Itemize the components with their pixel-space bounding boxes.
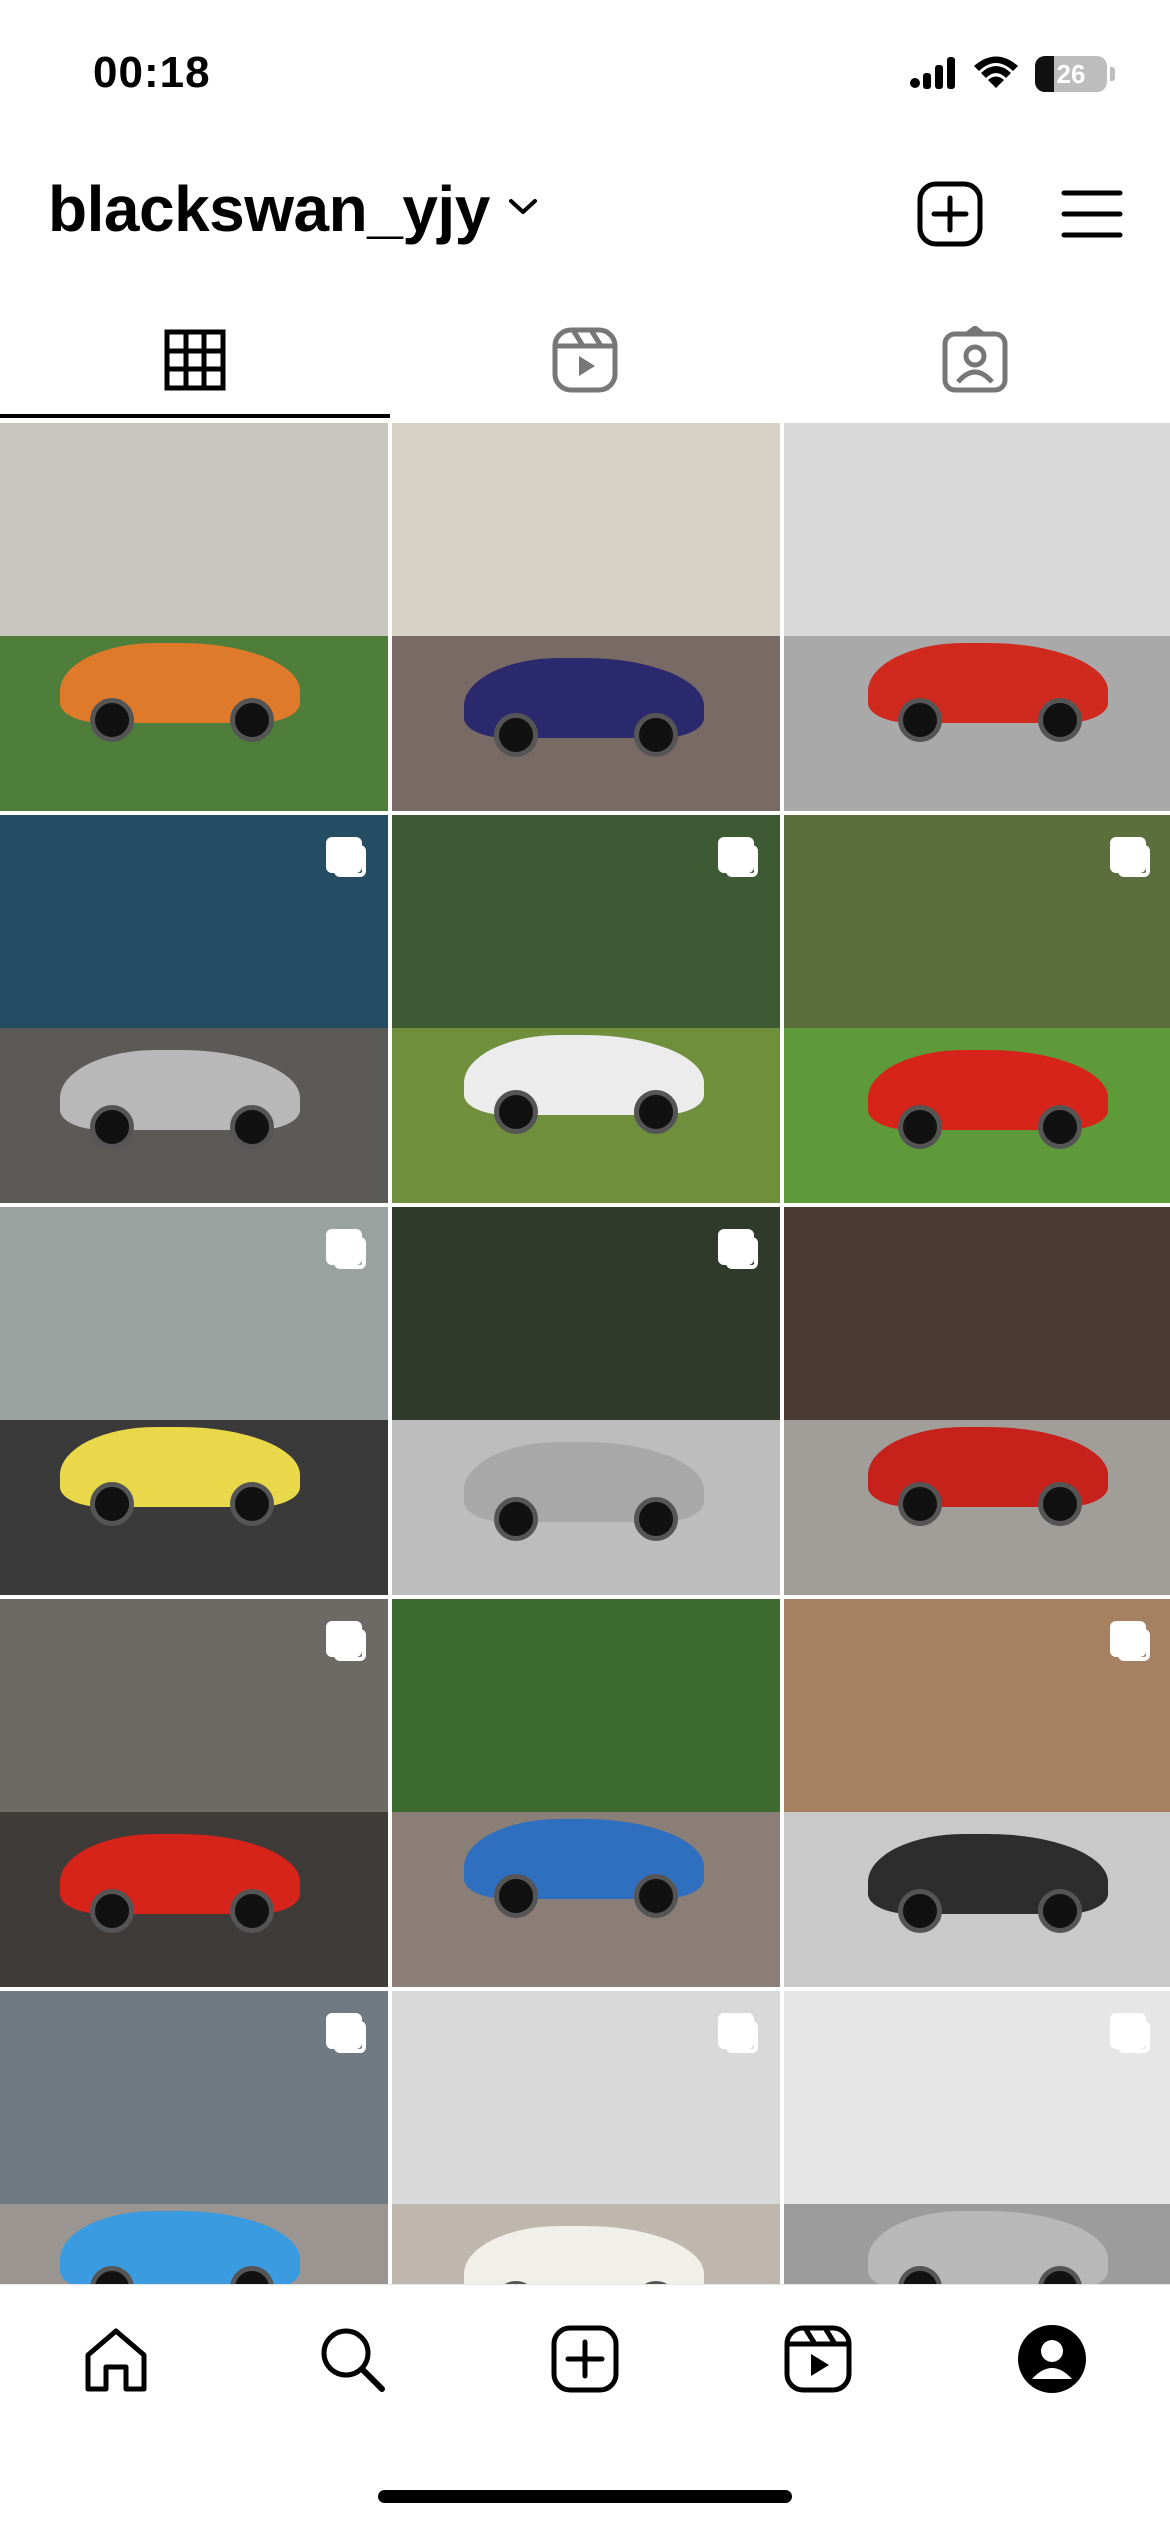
- new-post-button[interactable]: [914, 180, 986, 252]
- profile-icon: [1016, 2323, 1088, 2400]
- car-wheel: [898, 1889, 942, 1933]
- car-wheel: [634, 1090, 678, 1134]
- car-wheel: [230, 1482, 274, 1526]
- nav-profile[interactable]: [1012, 2321, 1092, 2401]
- grid-post-tile[interactable]: [0, 423, 388, 811]
- car-wheel: [90, 1105, 134, 1149]
- search-icon: [316, 2323, 388, 2400]
- car-wheel: [90, 1482, 134, 1526]
- post-photo-background: [392, 1599, 780, 1813]
- active-tab-indicator: [0, 414, 390, 418]
- tab-tagged[interactable]: [935, 322, 1015, 402]
- reels-icon: [783, 2324, 853, 2399]
- grid-post-tile[interactable]: [0, 1599, 388, 1987]
- nav-create[interactable]: [545, 2321, 625, 2401]
- nav-search[interactable]: [312, 2321, 392, 2401]
- menu-button[interactable]: [1056, 180, 1128, 252]
- grid-post-tile[interactable]: [784, 423, 1170, 811]
- tab-reels[interactable]: [545, 322, 625, 402]
- grid-icon: [164, 329, 226, 396]
- grid-post-tile[interactable]: [784, 1207, 1170, 1595]
- chevron-down-icon: [506, 195, 540, 224]
- carousel-icon: [326, 837, 366, 877]
- carousel-icon: [1110, 1621, 1150, 1661]
- grid-post-tile[interactable]: [392, 815, 780, 1203]
- grid-post-tile[interactable]: [0, 1207, 388, 1595]
- profile-header: blackswan_yjy: [0, 160, 1170, 275]
- grid-post-tile[interactable]: [392, 1207, 780, 1595]
- car-wheel: [90, 1889, 134, 1933]
- grid-post-tile[interactable]: [784, 1599, 1170, 1987]
- cellular-signal-icon: [909, 55, 957, 94]
- carousel-icon: [718, 837, 758, 877]
- car-wheel: [494, 713, 538, 757]
- menu-icon: [1060, 187, 1124, 246]
- create-icon: [550, 2324, 620, 2399]
- car-wheel: [230, 698, 274, 742]
- car-wheel: [230, 1889, 274, 1933]
- wifi-icon: [973, 55, 1019, 94]
- grid-post-tile[interactable]: [784, 815, 1170, 1203]
- car-wheel: [494, 1874, 538, 1918]
- battery-level: 26: [1056, 59, 1086, 89]
- grid-post-tile[interactable]: [392, 1599, 780, 1987]
- status-time: 00:18: [93, 48, 211, 97]
- carousel-icon: [1110, 837, 1150, 877]
- post-photo-background: [0, 423, 388, 637]
- status-bar: 00:18 26: [0, 0, 1170, 150]
- car-wheel: [1038, 1482, 1082, 1526]
- username: blackswan_yjy: [48, 173, 490, 245]
- car-wheel: [634, 1874, 678, 1918]
- car-wheel: [634, 713, 678, 757]
- nav-reels[interactable]: [778, 2321, 858, 2401]
- tagged-icon: [941, 325, 1009, 399]
- car-wheel: [898, 1105, 942, 1149]
- car-wheel: [1038, 698, 1082, 742]
- post-photo-background: [784, 1207, 1170, 1421]
- car-wheel: [90, 698, 134, 742]
- posts-grid: [0, 423, 1170, 2379]
- grid-post-tile[interactable]: [392, 423, 780, 811]
- profile-tabs: [0, 300, 1170, 420]
- carousel-icon: [718, 1229, 758, 1269]
- car-wheel: [898, 698, 942, 742]
- car-wheel: [898, 1482, 942, 1526]
- car-wheel: [494, 1497, 538, 1541]
- car-wheel: [494, 1090, 538, 1134]
- grid-post-tile[interactable]: [0, 815, 388, 1203]
- car-wheel: [230, 1105, 274, 1149]
- carousel-icon: [718, 2013, 758, 2053]
- home-icon: [80, 2323, 152, 2400]
- tab-grid[interactable]: [155, 322, 235, 402]
- status-icons: 26: [909, 50, 1115, 98]
- account-switcher-button[interactable]: blackswan_yjy: [48, 172, 540, 246]
- reels-icon: [551, 326, 619, 399]
- post-photo-background: [392, 423, 780, 637]
- home-indicator[interactable]: [378, 2490, 792, 2503]
- car-wheel: [634, 1497, 678, 1541]
- nav-home[interactable]: [76, 2321, 156, 2401]
- car-wheel: [1038, 1105, 1082, 1149]
- battery-icon: 26: [1035, 56, 1115, 92]
- carousel-icon: [326, 2013, 366, 2053]
- new-post-icon: [916, 180, 984, 253]
- carousel-icon: [1110, 2013, 1150, 2053]
- carousel-icon: [326, 1621, 366, 1661]
- carousel-icon: [326, 1229, 366, 1269]
- car-wheel: [1038, 1889, 1082, 1933]
- post-photo-background: [784, 423, 1170, 637]
